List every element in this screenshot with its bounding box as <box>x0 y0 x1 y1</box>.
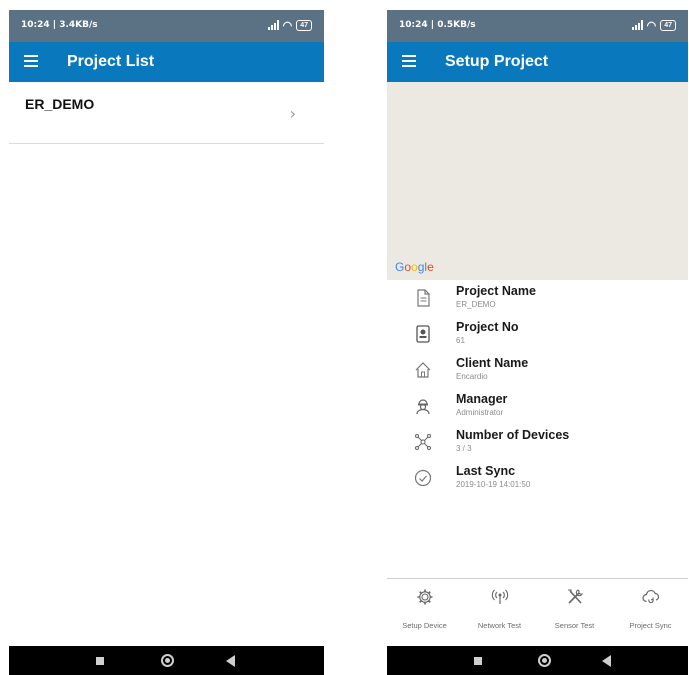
google-logo-letter: o <box>411 260 418 274</box>
status-bar: 10:24 | 0.5KB/s ◠ 47 <box>387 10 688 42</box>
detail-label: Last Sync <box>456 464 516 478</box>
status-bar: 10:24 | 3.4KB/s ◠ 47 <box>9 10 324 42</box>
battery-level: 47 <box>300 21 308 29</box>
map-view[interactable]: Google <box>387 82 688 280</box>
check-circle-icon <box>414 469 432 487</box>
detail-value: Administrator <box>456 408 504 417</box>
google-logo: Google <box>395 260 434 274</box>
id-badge-icon <box>416 325 430 343</box>
system-nav-bar <box>387 646 688 675</box>
detail-project-name: Project Name ER_DEMO <box>387 284 688 320</box>
wifi-icon: ◠ <box>646 19 657 32</box>
detail-label: Manager <box>456 392 508 406</box>
recents-button[interactable] <box>474 657 482 665</box>
status-time: 10:24 | 0.5KB/s <box>399 20 476 30</box>
detail-manager: Manager Administrator <box>387 392 688 428</box>
project-list-screen: 10:24 | 3.4KB/s ◠ 47 Project List ER_DEM… <box>9 0 324 675</box>
manager-icon <box>416 399 430 415</box>
detail-last-sync: Last Sync 2019-10-19 14:01:50 <box>387 464 688 500</box>
gear-icon <box>417 589 433 605</box>
tab-label: Sensor Test <box>554 621 595 630</box>
page-title: Setup Project <box>445 53 549 70</box>
battery-icon: 47 <box>296 19 312 31</box>
menu-icon[interactable] <box>402 55 416 67</box>
tools-icon <box>568 589 583 604</box>
google-logo-letter: e <box>427 260 434 274</box>
chevron-right-icon: › <box>289 104 296 123</box>
tab-network-test[interactable]: Network Test <box>462 579 537 647</box>
project-details: Project Name ER_DEMO Project No 61 Clien… <box>387 284 688 500</box>
bottom-tab-bar: Setup Device Network Test Sensor Test Pr… <box>387 578 688 646</box>
signal-icon <box>267 20 279 30</box>
detail-value: 2019-10-19 14:01:50 <box>456 480 531 489</box>
cloud-sync-icon <box>642 589 660 604</box>
tab-label: Project Sync <box>629 621 672 630</box>
home-button[interactable] <box>538 654 551 667</box>
app-bar: Setup Project <box>387 42 688 82</box>
detail-client-name: Client Name Encardio <box>387 356 688 392</box>
tab-sensor-test[interactable]: Sensor Test <box>537 579 612 647</box>
back-button[interactable] <box>602 655 611 667</box>
project-list-item[interactable]: ER_DEMO › <box>9 82 324 144</box>
detail-value: ER_DEMO <box>456 300 496 309</box>
status-time: 10:24 | 3.4KB/s <box>21 20 98 30</box>
page-title: Project List <box>67 53 155 70</box>
detail-label: Client Name <box>456 356 529 370</box>
tab-setup-device[interactable]: Setup Device <box>387 579 462 647</box>
recents-button[interactable] <box>96 657 104 665</box>
tab-label: Network Test <box>477 621 522 630</box>
wifi-icon: ◠ <box>282 19 293 32</box>
project-name: ER_DEMO <box>25 96 95 112</box>
detail-label: Project No <box>456 320 519 334</box>
antenna-icon <box>491 589 509 604</box>
system-icons: ◠ 47 <box>631 17 676 33</box>
battery-icon: 47 <box>660 19 676 31</box>
network-nodes-icon <box>415 434 431 450</box>
back-button[interactable] <box>226 655 235 667</box>
setup-project-screen: 10:24 | 0.5KB/s ◠ 47 Setup Project Googl… <box>387 0 688 675</box>
system-nav-bar <box>9 646 324 675</box>
home-button[interactable] <box>161 654 174 667</box>
document-icon <box>417 289 430 307</box>
signal-icon <box>631 20 643 30</box>
tab-label: Setup Device <box>402 621 447 630</box>
detail-number-of-devices: Number of Devices 3 / 3 <box>387 428 688 464</box>
detail-value: 3 / 3 <box>456 444 472 453</box>
app-bar: Project List <box>9 42 324 82</box>
detail-label: Project Name <box>456 284 536 298</box>
detail-value: 61 <box>456 336 465 345</box>
detail-label: Number of Devices <box>456 428 570 442</box>
detail-value: Encardio <box>456 372 488 381</box>
detail-project-no: Project No 61 <box>387 320 688 356</box>
home-icon <box>415 362 431 378</box>
menu-icon[interactable] <box>24 55 38 67</box>
battery-level: 47 <box>664 21 672 29</box>
tab-project-sync[interactable]: Project Sync <box>613 579 688 647</box>
system-icons: ◠ 47 <box>267 17 312 33</box>
google-logo-letter: G <box>395 260 405 274</box>
